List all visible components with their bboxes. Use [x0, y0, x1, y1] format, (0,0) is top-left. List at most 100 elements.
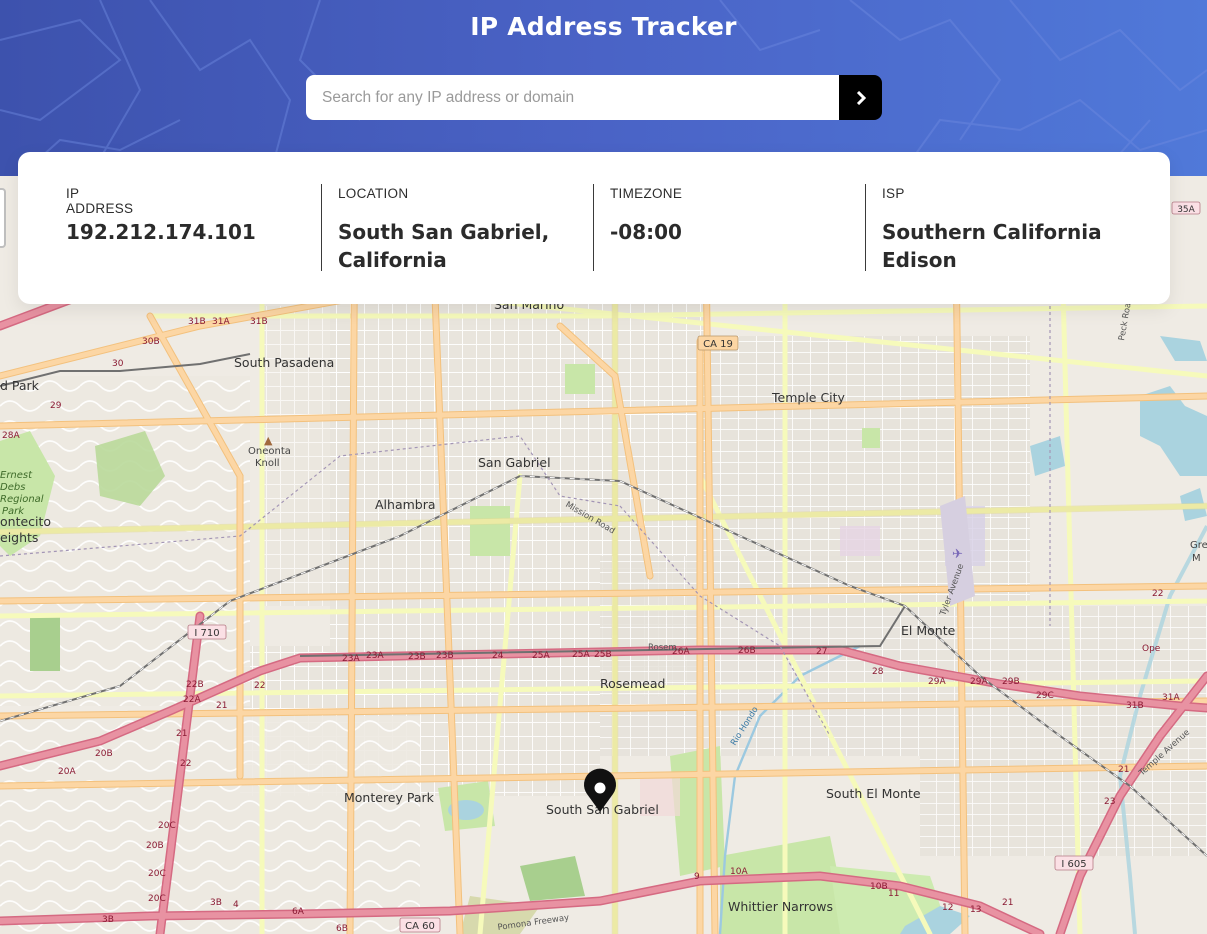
highway-shield-ca60: CA 60: [399, 917, 441, 933]
divider: [593, 184, 594, 271]
svg-text:9: 9: [694, 872, 700, 882]
svg-text:28: 28: [872, 667, 884, 677]
svg-text:South Pasadena: South Pasadena: [234, 355, 334, 370]
svg-text:El Monte: El Monte: [901, 623, 956, 638]
svg-text:Knoll: Knoll: [255, 458, 280, 469]
svg-text:Temple City: Temple City: [771, 390, 846, 405]
location-label: LOCATION: [338, 186, 409, 201]
svg-text:25A: 25A: [532, 651, 550, 661]
svg-text:11: 11: [888, 889, 899, 899]
svg-text:10A: 10A: [730, 867, 748, 877]
svg-text:23A: 23A: [366, 651, 384, 661]
svg-text:Ope: Ope: [1142, 644, 1161, 654]
svg-text:South El Monte: South El Monte: [826, 786, 921, 801]
svg-text:25B: 25B: [594, 650, 612, 660]
svg-text:21: 21: [216, 701, 227, 711]
highway-shield-35a: 35A: [1171, 201, 1201, 215]
svg-text:10B: 10B: [870, 882, 888, 892]
isp-value: Southern California Edison: [882, 220, 1102, 272]
svg-text:22B: 22B: [186, 680, 204, 690]
svg-text:CA 19: CA 19: [703, 339, 733, 350]
peak-icon: ▲: [264, 434, 273, 447]
svg-text:22: 22: [254, 681, 265, 691]
highway-shield-i605: I 605: [1054, 855, 1094, 871]
svg-text:Whittier Narrows: Whittier Narrows: [728, 899, 833, 914]
svg-text:31B: 31B: [188, 317, 206, 327]
search-input[interactable]: [306, 75, 839, 120]
svg-text:CA 60: CA 60: [405, 921, 435, 932]
svg-text:20A: 20A: [58, 767, 76, 777]
location-value: South San Gabriel, California: [338, 220, 550, 272]
svg-text:29A: 29A: [928, 677, 946, 687]
svg-text:eights: eights: [0, 530, 38, 545]
svg-text:24: 24: [492, 651, 504, 661]
isp-label: ISP: [882, 186, 905, 201]
highway-shield-ca19: CA 19: [697, 335, 739, 351]
svg-text:31B: 31B: [250, 317, 268, 327]
search-bar: [306, 75, 882, 120]
svg-text:d Park: d Park: [0, 378, 40, 393]
airport-icon: ✈: [952, 547, 963, 562]
search-submit-button[interactable]: [839, 75, 882, 120]
svg-text:28A: 28A: [2, 431, 20, 441]
svg-text:12: 12: [942, 903, 953, 913]
svg-text:I 605: I 605: [1061, 859, 1086, 870]
svg-text:30: 30: [112, 359, 124, 369]
svg-text:20B: 20B: [146, 841, 164, 851]
svg-text:I 710: I 710: [194, 628, 219, 639]
svg-text:23B: 23B: [408, 652, 426, 662]
svg-text:3B: 3B: [102, 915, 114, 925]
timezone-value: -08:00: [610, 220, 682, 244]
svg-text:6A: 6A: [292, 907, 305, 917]
svg-text:21: 21: [1002, 898, 1013, 908]
svg-text:31B: 31B: [1126, 701, 1144, 711]
svg-text:4: 4: [233, 900, 239, 910]
svg-text:23A: 23A: [342, 654, 360, 664]
svg-text:Rosem: Rosem: [648, 643, 677, 653]
svg-text:29B: 29B: [1002, 677, 1020, 687]
svg-text:20C: 20C: [148, 869, 166, 879]
svg-text:Rosemead: Rosemead: [600, 676, 665, 691]
svg-text:30B: 30B: [142, 337, 160, 347]
svg-text:San Gabriel: San Gabriel: [478, 455, 551, 470]
svg-text:Gre: Gre: [1190, 540, 1207, 551]
zoom-control[interactable]: [0, 188, 6, 248]
divider: [865, 184, 866, 271]
info-card: IP ADDRESS 192.212.174.101 LOCATION Sout…: [18, 152, 1170, 304]
svg-text:21: 21: [1118, 765, 1129, 775]
svg-text:Alhambra: Alhambra: [375, 497, 436, 512]
svg-text:Park: Park: [2, 506, 25, 517]
svg-text:Monterey Park: Monterey Park: [344, 790, 435, 805]
svg-text:21: 21: [176, 729, 187, 739]
svg-text:Oneonta: Oneonta: [248, 446, 291, 457]
svg-text:Debs: Debs: [0, 482, 25, 493]
svg-text:20B: 20B: [95, 749, 113, 759]
svg-text:6B: 6B: [336, 924, 348, 934]
chevron-right-icon: [856, 90, 866, 105]
svg-text:31A: 31A: [1162, 693, 1180, 703]
header: IP Address Tracker: [0, 0, 1207, 176]
svg-text:Regional: Regional: [0, 494, 44, 505]
svg-text:26B: 26B: [738, 646, 756, 656]
timezone-label: TIMEZONE: [610, 186, 683, 201]
svg-text:29C: 29C: [1036, 691, 1054, 701]
svg-text:27: 27: [816, 647, 827, 657]
svg-text:23B: 23B: [436, 651, 454, 661]
svg-text:22: 22: [1152, 589, 1163, 599]
svg-text:29A: 29A: [970, 677, 988, 687]
svg-text:20C: 20C: [148, 894, 166, 904]
svg-text:Ernest: Ernest: [0, 470, 33, 481]
svg-text:23: 23: [1104, 797, 1115, 807]
svg-text:22A: 22A: [183, 695, 201, 705]
highway-shield-i710: I 710: [187, 624, 227, 640]
svg-text:22: 22: [180, 759, 191, 769]
svg-text:31A: 31A: [212, 317, 230, 327]
divider: [321, 184, 322, 271]
svg-text:25A: 25A: [572, 650, 590, 660]
ip-address-label: IP ADDRESS: [66, 186, 134, 216]
ip-address-value: 192.212.174.101: [66, 220, 256, 244]
svg-text:20C: 20C: [158, 821, 176, 831]
svg-text:29: 29: [50, 401, 62, 411]
svg-text:3B: 3B: [210, 898, 222, 908]
svg-text:M: M: [1192, 553, 1201, 564]
